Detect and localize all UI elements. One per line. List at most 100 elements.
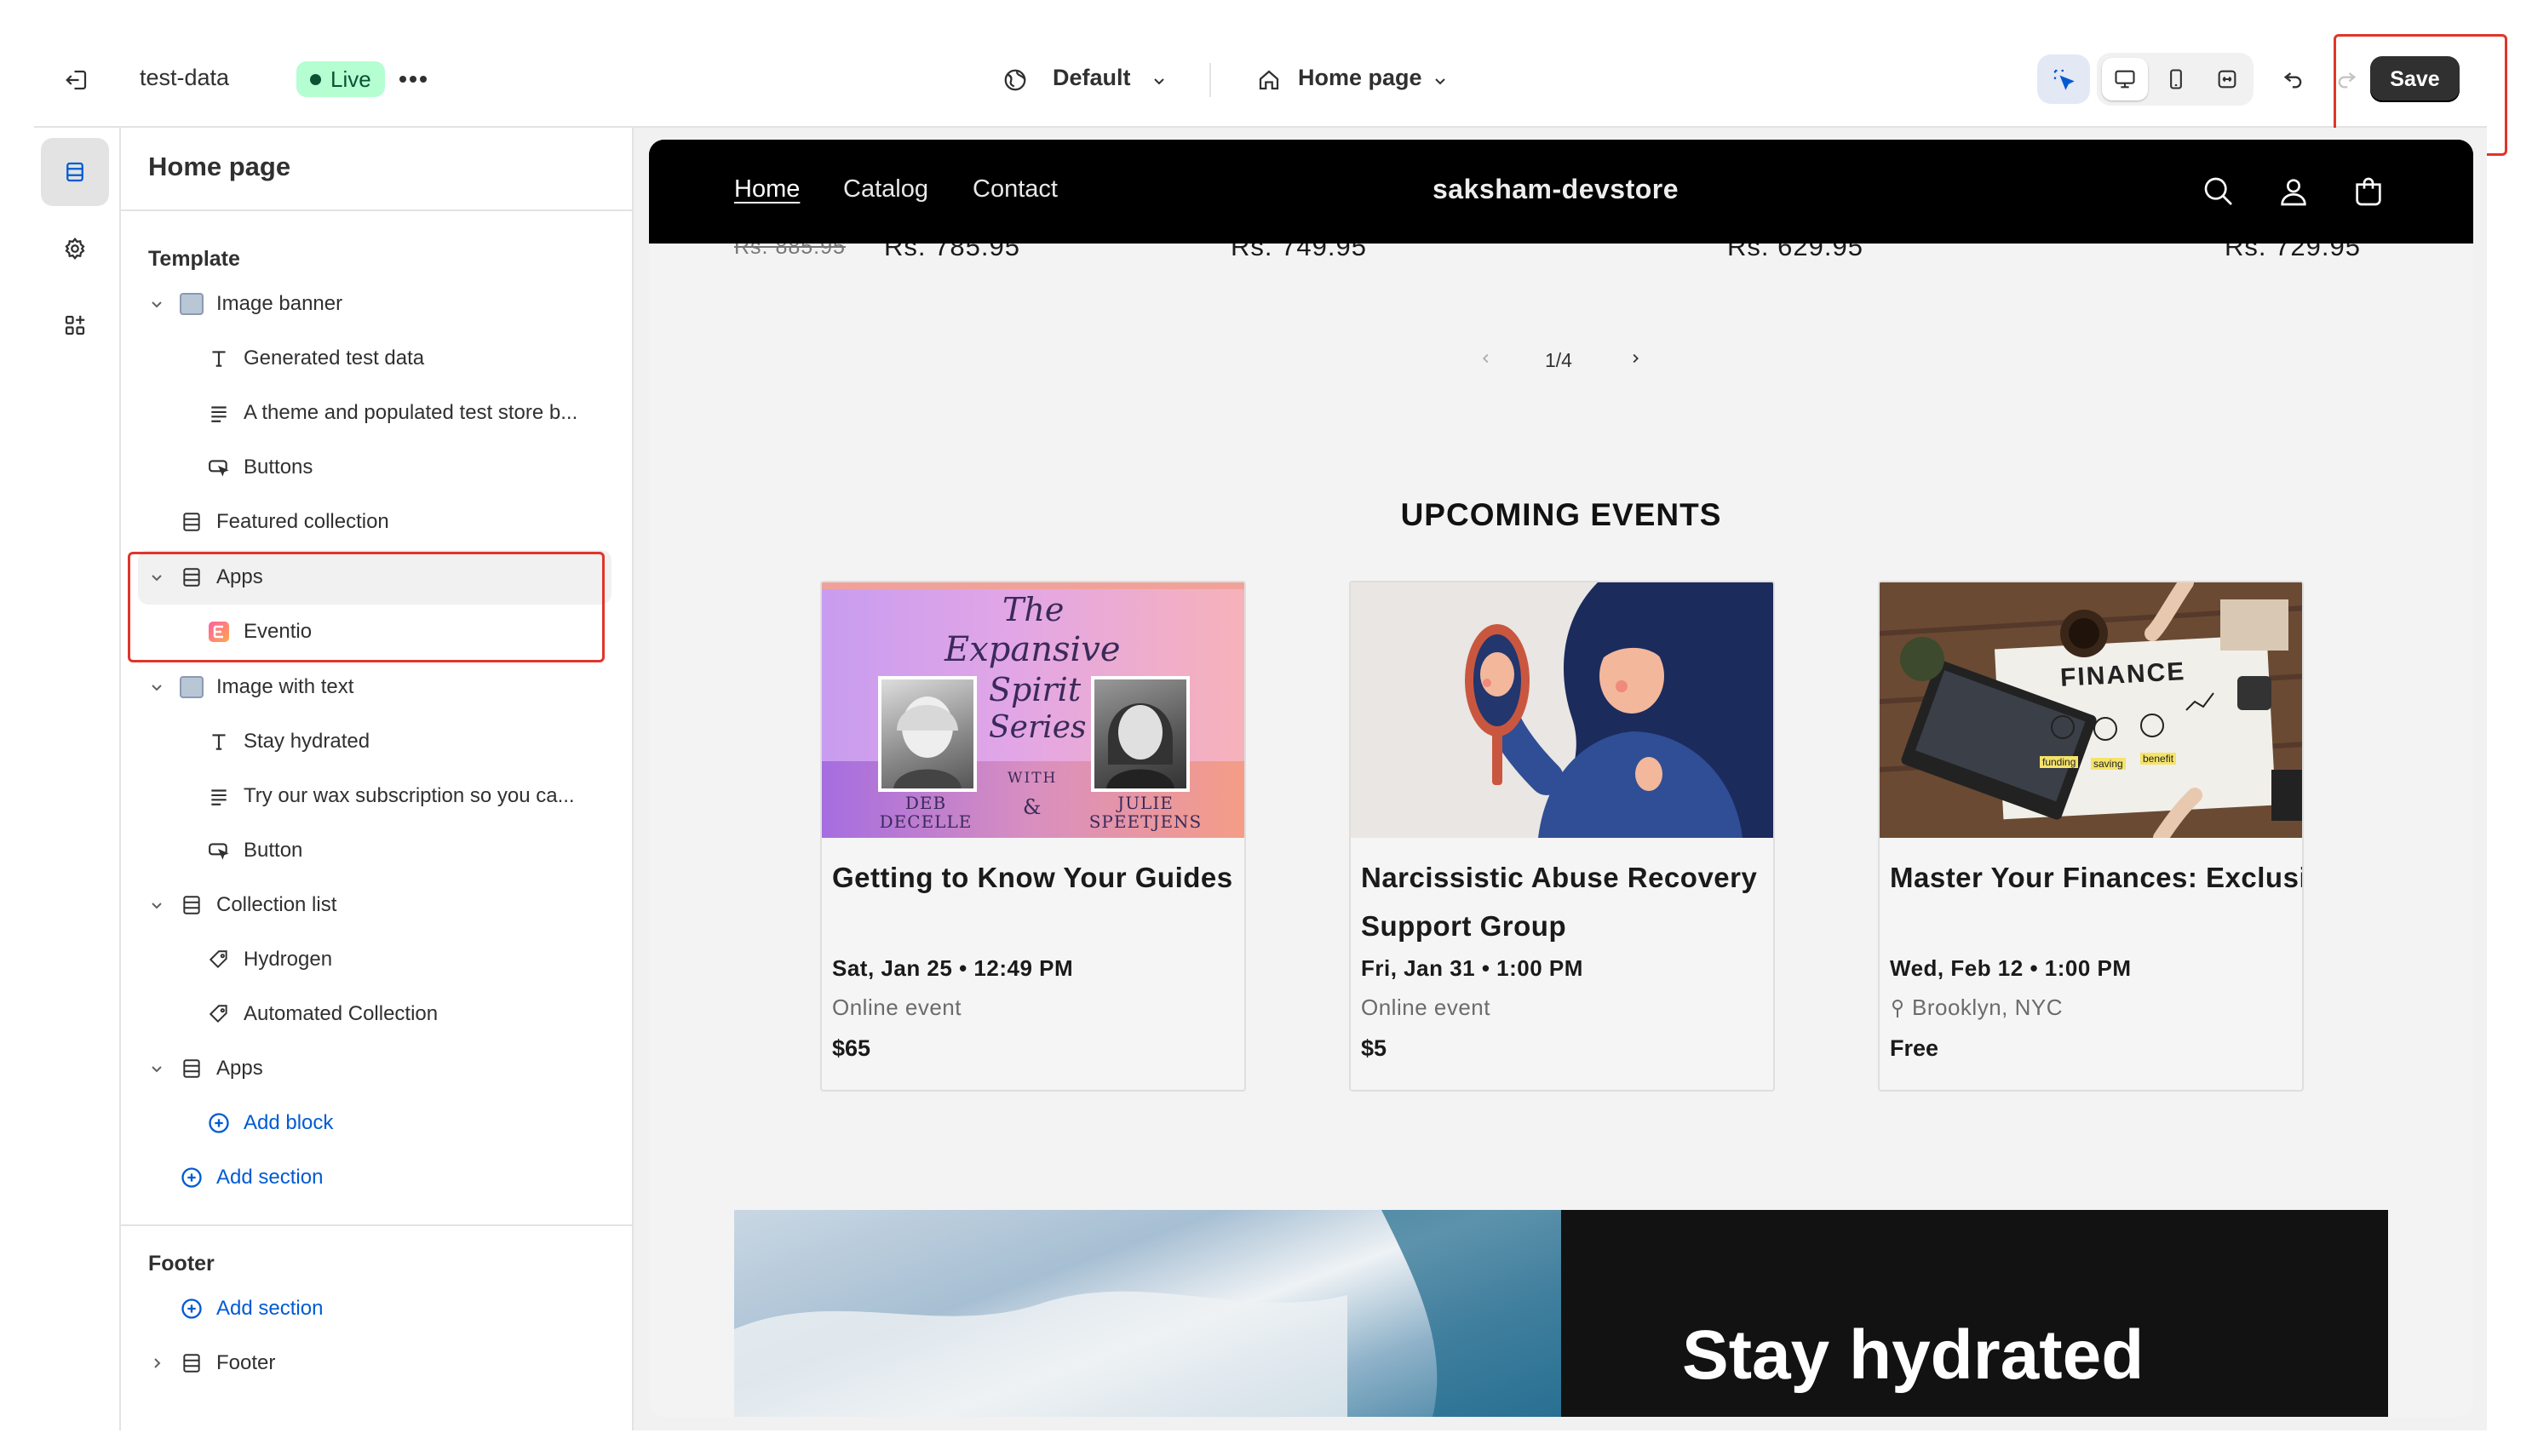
block-text[interactable]: Try our wax subscription so you ca... (206, 775, 575, 817)
poster-text: Expansive (944, 630, 1121, 669)
item-label: Add block (244, 1111, 334, 1134)
more-actions-icon[interactable] (392, 60, 434, 99)
chevron-down-icon[interactable] (146, 1058, 167, 1079)
item-label: Stay hydrated (244, 730, 370, 753)
item-label: Try our wax subscription so you ca... (244, 784, 575, 807)
chevron-down-icon[interactable] (146, 294, 167, 314)
chevron-right-icon[interactable] (146, 1353, 167, 1373)
poster-text: saving (2091, 758, 2126, 770)
store-brand[interactable]: saksham-devstore (1433, 174, 1679, 205)
nav-catalog[interactable]: Catalog (843, 175, 928, 203)
block-collection[interactable]: Hydrogen (206, 938, 332, 981)
event-card[interactable]: FINANCE funding saving benefit Master Yo… (1878, 581, 2304, 1092)
poster-text: WITH (1008, 770, 1058, 787)
item-label: Buttons (244, 456, 313, 479)
section-footer[interactable]: Footer (179, 1342, 275, 1384)
gear-icon[interactable] (41, 215, 109, 283)
event-price: Free (1890, 1035, 1939, 1061)
paragraph-icon (206, 400, 232, 426)
cart-icon[interactable] (2347, 170, 2390, 213)
viewport-switcher (2097, 53, 2254, 106)
undo-icon[interactable] (2274, 60, 2313, 99)
chevron-down-icon[interactable] (146, 677, 167, 697)
section-icon (179, 509, 204, 535)
tag-icon (206, 1001, 232, 1027)
block-heading[interactable]: Generated test data (206, 337, 424, 380)
banner-text-panel: Stay hydrated (1561, 1210, 2388, 1417)
location-text: Brooklyn, NYC (1912, 995, 2063, 1020)
section-featured-collection[interactable]: Featured collection (179, 501, 389, 543)
poster-text: DEB DECELLE (879, 793, 973, 832)
add-block-button[interactable]: Add block (206, 1102, 333, 1144)
event-date: Wed, Feb 12 • 1:00 PM (1890, 955, 2132, 981)
item-label: Collection list (216, 893, 337, 916)
item-label: Featured collection (216, 510, 389, 533)
section-image-banner[interactable]: Image banner (179, 283, 342, 325)
poster-text: benefit (2140, 753, 2177, 765)
nav-contact[interactable]: Contact (973, 175, 1058, 203)
illustration-mirror-woman (1465, 582, 1773, 838)
page-selector[interactable]: Home page (1298, 65, 1422, 91)
section-apps-2[interactable]: Apps (179, 1047, 263, 1090)
item-label: A theme and populated test store b... (244, 401, 578, 424)
event-title[interactable]: Getting to Know Your Guides (832, 853, 1241, 902)
image-icon (179, 291, 204, 317)
chevron-left-icon[interactable] (1473, 346, 1499, 371)
block-heading[interactable]: Stay hydrated (206, 720, 370, 763)
poster-text: Spirit (989, 671, 1082, 708)
sections-icon[interactable] (41, 138, 109, 206)
event-date: Fri, Jan 31 • 1:00 PM (1361, 955, 1583, 981)
theme-selector[interactable]: Default (1053, 65, 1131, 91)
search-icon[interactable] (2197, 170, 2240, 213)
plus-circle-icon (179, 1296, 204, 1321)
divider (121, 1224, 632, 1226)
banner-heading: Stay hydrated (1682, 1316, 2144, 1394)
paragraph-icon (206, 783, 232, 809)
desktop-icon[interactable] (2102, 58, 2148, 100)
button-icon (206, 455, 232, 480)
mobile-icon[interactable] (2153, 58, 2199, 100)
add-section-button[interactable]: Add section (179, 1156, 323, 1199)
chevron-down-icon[interactable] (146, 895, 167, 915)
item-label: Add section (216, 1166, 324, 1189)
item-label: Footer (216, 1351, 276, 1374)
item-label: Image banner (216, 292, 343, 315)
plus-circle-icon (206, 1110, 232, 1136)
item-label: Generated test data (244, 347, 425, 370)
apps-icon[interactable] (41, 291, 109, 359)
event-location: Brooklyn, NYC (1890, 995, 2063, 1021)
poster-text: funding (2040, 756, 2079, 768)
section-image-with-text[interactable]: Image with text (179, 666, 353, 708)
poster-text: & (1023, 795, 1042, 819)
image-icon (179, 674, 204, 700)
section-collection-list[interactable]: Collection list (179, 884, 336, 926)
exit-icon[interactable] (58, 61, 95, 99)
tag-icon (206, 947, 232, 972)
event-card[interactable]: The Expansive Spirit Series WITH & DEB D… (820, 581, 1246, 1092)
poster-text: The (1002, 591, 1065, 628)
event-title[interactable]: Narcissistic Abuse Recovery Support Grou… (1361, 853, 1770, 950)
block-collection[interactable]: Automated Collection (206, 993, 438, 1035)
section-icon (179, 1350, 204, 1376)
item-label: Automated Collection (244, 1002, 439, 1025)
event-card[interactable]: Narcissistic Abuse Recovery Support Grou… (1349, 581, 1775, 1092)
poster-text: JULIE SPEETJENS (1088, 793, 1203, 832)
chevron-right-icon[interactable] (1622, 346, 1648, 371)
inspector-toggle[interactable] (2037, 54, 2090, 104)
page-title: Home page (148, 152, 291, 181)
nav-home[interactable]: Home (734, 175, 800, 203)
event-title[interactable]: Master Your Finances: Exclusive Networki… (1890, 853, 2302, 902)
block-buttons[interactable]: Buttons (206, 446, 313, 489)
account-icon[interactable] (2272, 170, 2315, 213)
fullscreen-icon[interactable] (2204, 58, 2250, 100)
text-icon (206, 346, 232, 371)
event-image: FINANCE funding saving benefit (1880, 582, 2302, 838)
store-preview: Home Catalog Contact saksham-devstore Rs… (649, 140, 2473, 1417)
plus-circle-icon (179, 1165, 204, 1190)
footer-add-section-button[interactable]: Add section (179, 1287, 323, 1330)
event-image: The Expansive Spirit Series WITH & DEB D… (822, 582, 1244, 838)
event-image (1351, 582, 1773, 838)
block-button[interactable]: Button (206, 829, 302, 872)
block-text[interactable]: A theme and populated test store b... (206, 392, 577, 434)
item-label: Apps (216, 1057, 263, 1080)
